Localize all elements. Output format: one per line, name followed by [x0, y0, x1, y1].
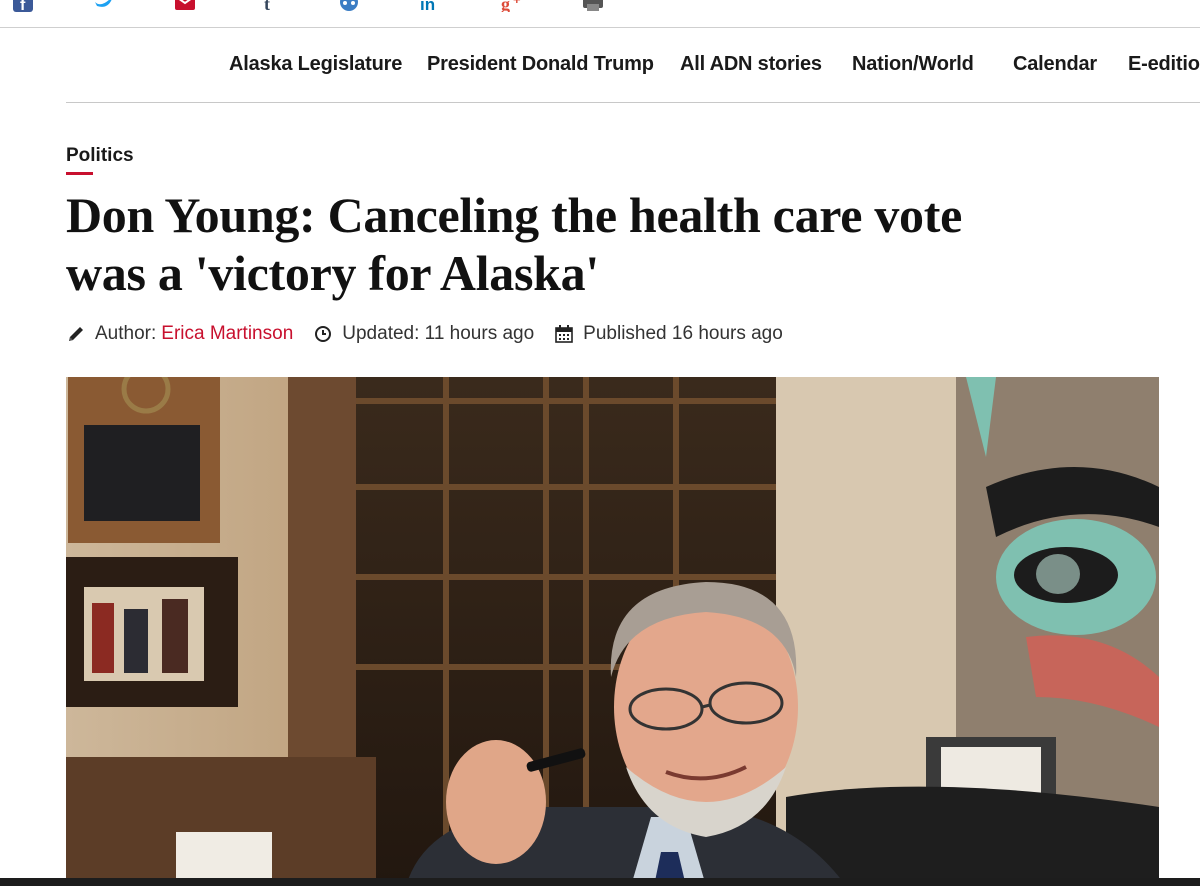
headline-line-1: Don Young: Canceling the health care vot…: [66, 187, 963, 243]
headline: Don Young: Canceling the health care vot…: [66, 186, 1166, 302]
svg-text:f: f: [20, 0, 26, 12]
linkedin-icon[interactable]: in: [419, 0, 441, 12]
nav-item-nation-world[interactable]: Nation/World: [852, 53, 974, 76]
nav-item-president-donald-trump[interactable]: President Donald Trump: [427, 53, 654, 76]
section-label[interactable]: Politics: [66, 145, 134, 167]
nav-item-alaska-legislature[interactable]: Alaska Legislature: [229, 53, 402, 76]
reddit-icon[interactable]: [338, 0, 360, 12]
article-page: f t in g+ Alaska Legislature President D…: [0, 0, 1200, 886]
svg-text:in: in: [420, 0, 435, 12]
clock-icon: [313, 324, 333, 344]
headline-line-2: was a 'victory for Alaska': [66, 245, 599, 301]
facebook-icon[interactable]: f: [13, 0, 33, 12]
svg-text:g: g: [501, 0, 510, 12]
published-timestamp: Published 16 hours ago: [583, 323, 783, 344]
calendar-icon: [554, 324, 574, 344]
lead-photo[interactable]: [66, 377, 1159, 886]
google-plus-icon[interactable]: g+: [500, 0, 526, 12]
nav-item-e-edition[interactable]: E-edition: [1128, 53, 1200, 76]
email-icon[interactable]: [174, 0, 196, 12]
section-underline: [66, 172, 93, 175]
updated-timestamp: Updated: 11 hours ago: [342, 323, 535, 344]
bottom-strip: [0, 878, 1200, 886]
nav-item-calendar[interactable]: Calendar: [1013, 53, 1097, 76]
byline: Author: Erica Martinson Updated: 11 hour…: [66, 321, 783, 347]
pencil-icon: [66, 324, 86, 344]
svg-text:+: +: [513, 0, 521, 7]
twitter-icon[interactable]: [93, 0, 115, 12]
share-bar: f t in g+: [0, 0, 1200, 28]
author-link[interactable]: Erica Martinson: [161, 323, 293, 345]
tumblr-icon[interactable]: t: [262, 0, 278, 12]
nav-divider: [66, 102, 1200, 103]
svg-text:t: t: [264, 0, 270, 12]
print-icon[interactable]: [582, 0, 604, 12]
author-label: Author:: [95, 323, 157, 344]
nav-item-all-adn-stories[interactable]: All ADN stories: [680, 53, 822, 76]
